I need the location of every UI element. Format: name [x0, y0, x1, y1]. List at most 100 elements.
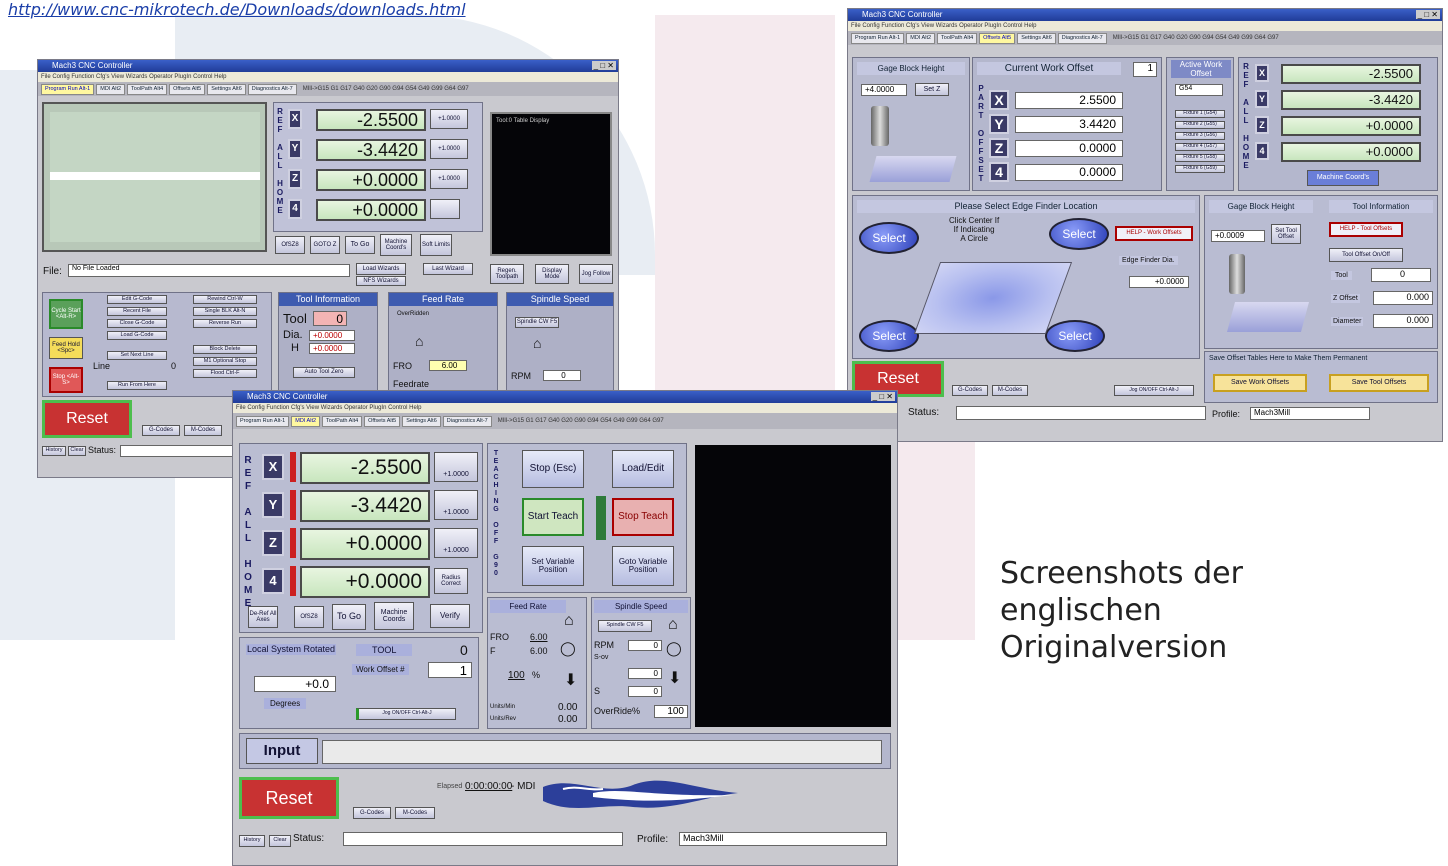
diameter-value[interactable]: 0.000	[1373, 314, 1433, 328]
flood-button[interactable]: Flood Ctrl-F	[193, 369, 257, 378]
machine-coords-button[interactable]: Machine Coord's	[380, 234, 412, 256]
single-block-button[interactable]: Single BLK Alt-N	[193, 307, 257, 316]
scale-x[interactable]: +1.0000	[430, 109, 468, 129]
tab-offsets[interactable]: Offsets Alt5	[169, 83, 206, 95]
history-button[interactable]: History	[239, 835, 265, 847]
save-work-offsets-button[interactable]: Save Work Offsets	[1213, 374, 1307, 392]
home-icon[interactable]: ⌂	[533, 335, 541, 351]
dro-z[interactable]: +0.0000	[316, 169, 426, 191]
toolpath-display[interactable]	[695, 445, 891, 727]
tab-diagnostics[interactable]: Diagnostics Alt-7	[1057, 32, 1107, 44]
tab-offsets[interactable]: Offsets Alt5	[364, 415, 401, 427]
scale-y[interactable]: +1.0000	[430, 139, 468, 159]
machine-coords-button[interactable]: Machine Coord's	[1307, 170, 1379, 186]
fixture-5-button[interactable]: Fixture 5 (G58)	[1175, 154, 1225, 162]
load-gcode-button[interactable]: Load G-Code	[107, 331, 167, 340]
download-url[interactable]: http://www.cnc-mikrotech.de/Downloads/do…	[8, 0, 466, 19]
menu-bar[interactable]: File Config Function Cfg's View Wizards …	[848, 21, 1442, 31]
arrow-down-icon[interactable]: ⬇	[564, 670, 577, 690]
last-wizard-button[interactable]: Last Wizard	[423, 263, 473, 275]
reset-button[interactable]: Reset	[42, 400, 132, 438]
ofsz8-button[interactable]: OfSZ8	[294, 606, 324, 628]
tool-value[interactable]: 0	[1371, 268, 1431, 282]
dro-4[interactable]: +0.0000	[316, 199, 426, 221]
radius-correct-button[interactable]	[430, 199, 460, 219]
fixture-3-button[interactable]: Fixture 3 (G56)	[1175, 132, 1225, 140]
to-go-button[interactable]: To Go	[332, 604, 366, 630]
tab-toolpath[interactable]: ToolPath Alt4	[322, 415, 363, 427]
window-controls[interactable]: _ □ ✕	[1415, 10, 1440, 19]
goto-z-button[interactable]: GOTO Z	[310, 236, 340, 254]
edit-gcode-button[interactable]: Edit G-Code	[107, 295, 167, 304]
zero-z-button[interactable]: Z	[1255, 116, 1269, 134]
auto-tool-zero-button[interactable]: Auto Tool Zero	[293, 367, 355, 378]
load-wizards-button[interactable]: Load Wizards	[356, 263, 406, 275]
zero-z-button[interactable]: Z	[288, 169, 302, 189]
scale-z[interactable]: +1.0000	[434, 528, 478, 558]
fixture-4-button[interactable]: Fixture 4 (G57)	[1175, 143, 1225, 151]
reset-feed-icon[interactable]: ◯	[560, 640, 576, 657]
rpm-value[interactable]: 0	[543, 370, 581, 381]
gcode-display[interactable]	[42, 102, 267, 252]
fixture-6-button[interactable]: Fixture 6 (G59)	[1175, 165, 1225, 173]
arrow-down-icon[interactable]: ⬇	[668, 668, 681, 688]
scale-x[interactable]: +1.0000	[434, 452, 478, 482]
goto-variable-position-button[interactable]: Goto Variable Position	[612, 546, 674, 586]
machine-coords-button[interactable]: Machine Coords	[374, 602, 414, 630]
zoffset-value[interactable]: 0.000	[1373, 291, 1433, 305]
menu-bar[interactable]: File Config Function Cfg's View Wizards …	[233, 403, 897, 413]
fixture-1-button[interactable]: Fixture 1 (G54)	[1175, 110, 1225, 118]
tab-diagnostics[interactable]: Diagnostics Alt-7	[442, 415, 492, 427]
offset-z-value[interactable]: 0.0000	[1015, 140, 1123, 157]
tab-program-run[interactable]: Program Run Alt-1	[41, 83, 95, 95]
tab-settings[interactable]: Settings Alt6	[402, 415, 441, 427]
fixture-2-button[interactable]: Fixture 2 (G55)	[1175, 121, 1225, 129]
run-from-here-button[interactable]: Run From Here	[107, 381, 167, 390]
dro-z[interactable]: +0.0000	[1281, 116, 1421, 136]
home-icon[interactable]: ⌂	[415, 333, 423, 349]
zero-4-button[interactable]: 4	[1255, 142, 1269, 160]
mdi-input[interactable]	[322, 740, 882, 764]
zero-y-button[interactable]: Y	[288, 139, 302, 159]
ofsz8-button[interactable]: OfSZ8	[275, 236, 305, 254]
stop-button[interactable]: Stop <Alt-S>	[49, 367, 83, 393]
clear-button[interactable]: Clear	[68, 446, 86, 456]
offset-z-button[interactable]: Z	[989, 138, 1009, 158]
recent-file-button[interactable]: Recent File	[107, 307, 167, 316]
nfs-wizards-button[interactable]: NFS Wizards	[356, 276, 406, 286]
dro-x[interactable]: -2.5500	[300, 452, 430, 484]
tab-offsets[interactable]: Offsets Alt5	[979, 32, 1016, 44]
home-icon[interactable]: ⌂	[564, 612, 574, 630]
zero-4-button[interactable]: 4	[262, 568, 284, 594]
mcodes-button[interactable]: M-Codes	[395, 807, 435, 819]
tab-program-run[interactable]: Program Run Alt-1	[236, 415, 290, 427]
gage-block-2-value[interactable]: +0.0009	[1211, 230, 1265, 242]
home-icon[interactable]: ⌂	[668, 616, 678, 634]
fro-value[interactable]: 6.00	[429, 360, 467, 371]
gcodes-button[interactable]: G-Codes	[952, 385, 988, 396]
history-button[interactable]: History	[42, 446, 66, 456]
zero-z-button[interactable]: Z	[262, 530, 284, 556]
zero-x-button[interactable]: X	[1255, 64, 1269, 82]
verify-button[interactable]: Verify	[430, 604, 470, 628]
start-teach-button[interactable]: Start Teach	[522, 498, 584, 536]
help-tool-offsets-button[interactable]: HELP - Tool Offsets	[1329, 222, 1403, 237]
edge-finder-dia-value[interactable]: +0.0000	[1129, 276, 1189, 288]
dro-z[interactable]: +0.0000	[300, 528, 430, 560]
jog-follow-button[interactable]: Jog Follow	[579, 264, 613, 284]
dia-value[interactable]: +0.0000	[309, 330, 355, 341]
de-ref-all-button[interactable]: De-Ref All Axes	[248, 606, 278, 628]
set-next-line-button[interactable]: Set Next Line	[107, 351, 167, 360]
dro-y[interactable]: -3.4420	[1281, 90, 1421, 110]
select-top-right-button[interactable]: Select	[1049, 218, 1109, 250]
zero-4-button[interactable]: 4	[288, 199, 302, 219]
gage-block-value[interactable]: +4.0000	[861, 84, 907, 96]
block-delete-button[interactable]: Block Delete	[193, 345, 257, 354]
scale-y[interactable]: +1.0000	[434, 490, 478, 520]
set-tool-offset-button[interactable]: Set Tool Offset	[1271, 224, 1301, 244]
cycle-start-button[interactable]: Cycle Start <Alt-R>	[49, 299, 83, 329]
dro-4[interactable]: +0.0000	[300, 566, 430, 598]
spindle-cw-button[interactable]: Spindle CW F5	[598, 620, 652, 632]
offset-4-value[interactable]: 0.0000	[1015, 164, 1123, 181]
offset-y-button[interactable]: Y	[989, 114, 1009, 134]
